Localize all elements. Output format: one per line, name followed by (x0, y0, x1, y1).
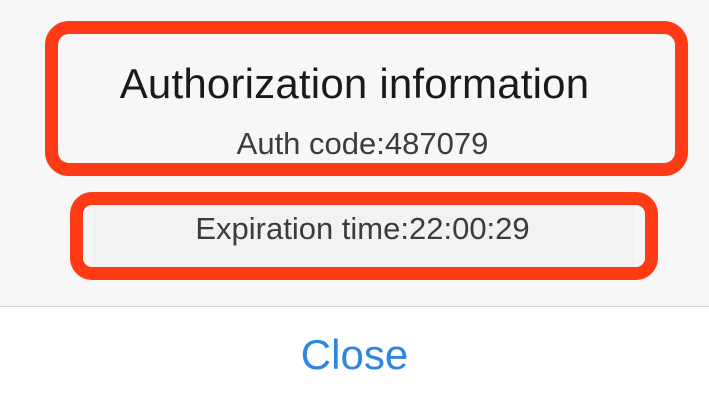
title-highlight-box (45, 21, 688, 176)
authorization-dialog: Authorization information Auth code:4870… (0, 0, 709, 403)
close-button[interactable]: Close (0, 307, 709, 403)
expiration-highlight-box (70, 192, 658, 280)
